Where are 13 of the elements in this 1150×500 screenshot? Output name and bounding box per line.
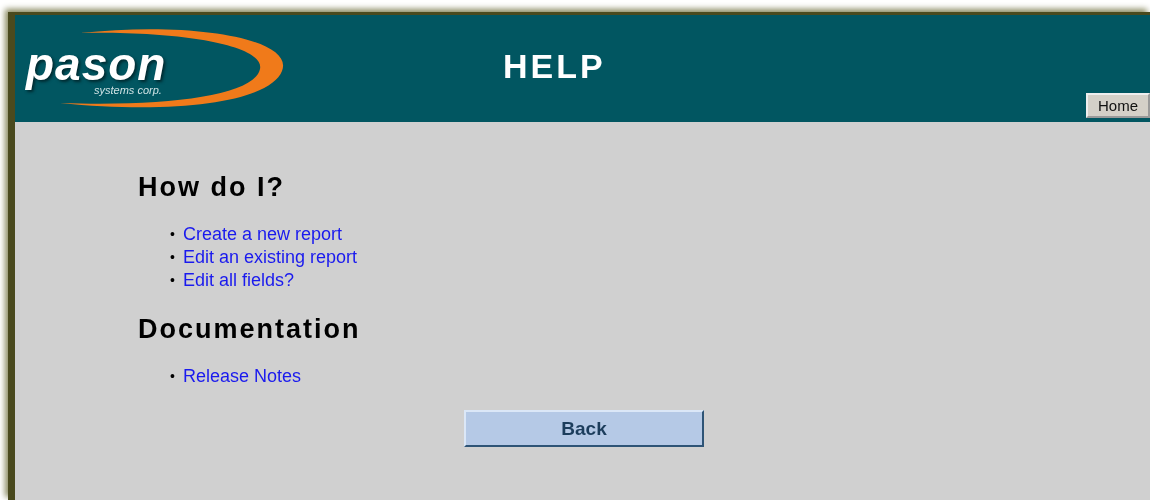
bullet: • xyxy=(170,367,175,386)
help-link[interactable]: Release Notes xyxy=(182,365,301,388)
section-heading: Documentation xyxy=(138,314,362,345)
help-link[interactable]: Create a new report xyxy=(182,223,342,246)
bullet: • xyxy=(170,225,175,244)
home-button[interactable]: Home xyxy=(1086,93,1150,118)
help-link[interactable]: Edit an existing report xyxy=(182,246,357,269)
page-title: HELP xyxy=(503,47,606,86)
help-link[interactable]: Edit all fields? xyxy=(182,269,294,292)
bullet: • xyxy=(170,271,175,290)
back-button[interactable]: Back xyxy=(464,410,704,447)
bullet: • xyxy=(170,248,175,267)
section-heading: How do I? xyxy=(138,172,286,203)
